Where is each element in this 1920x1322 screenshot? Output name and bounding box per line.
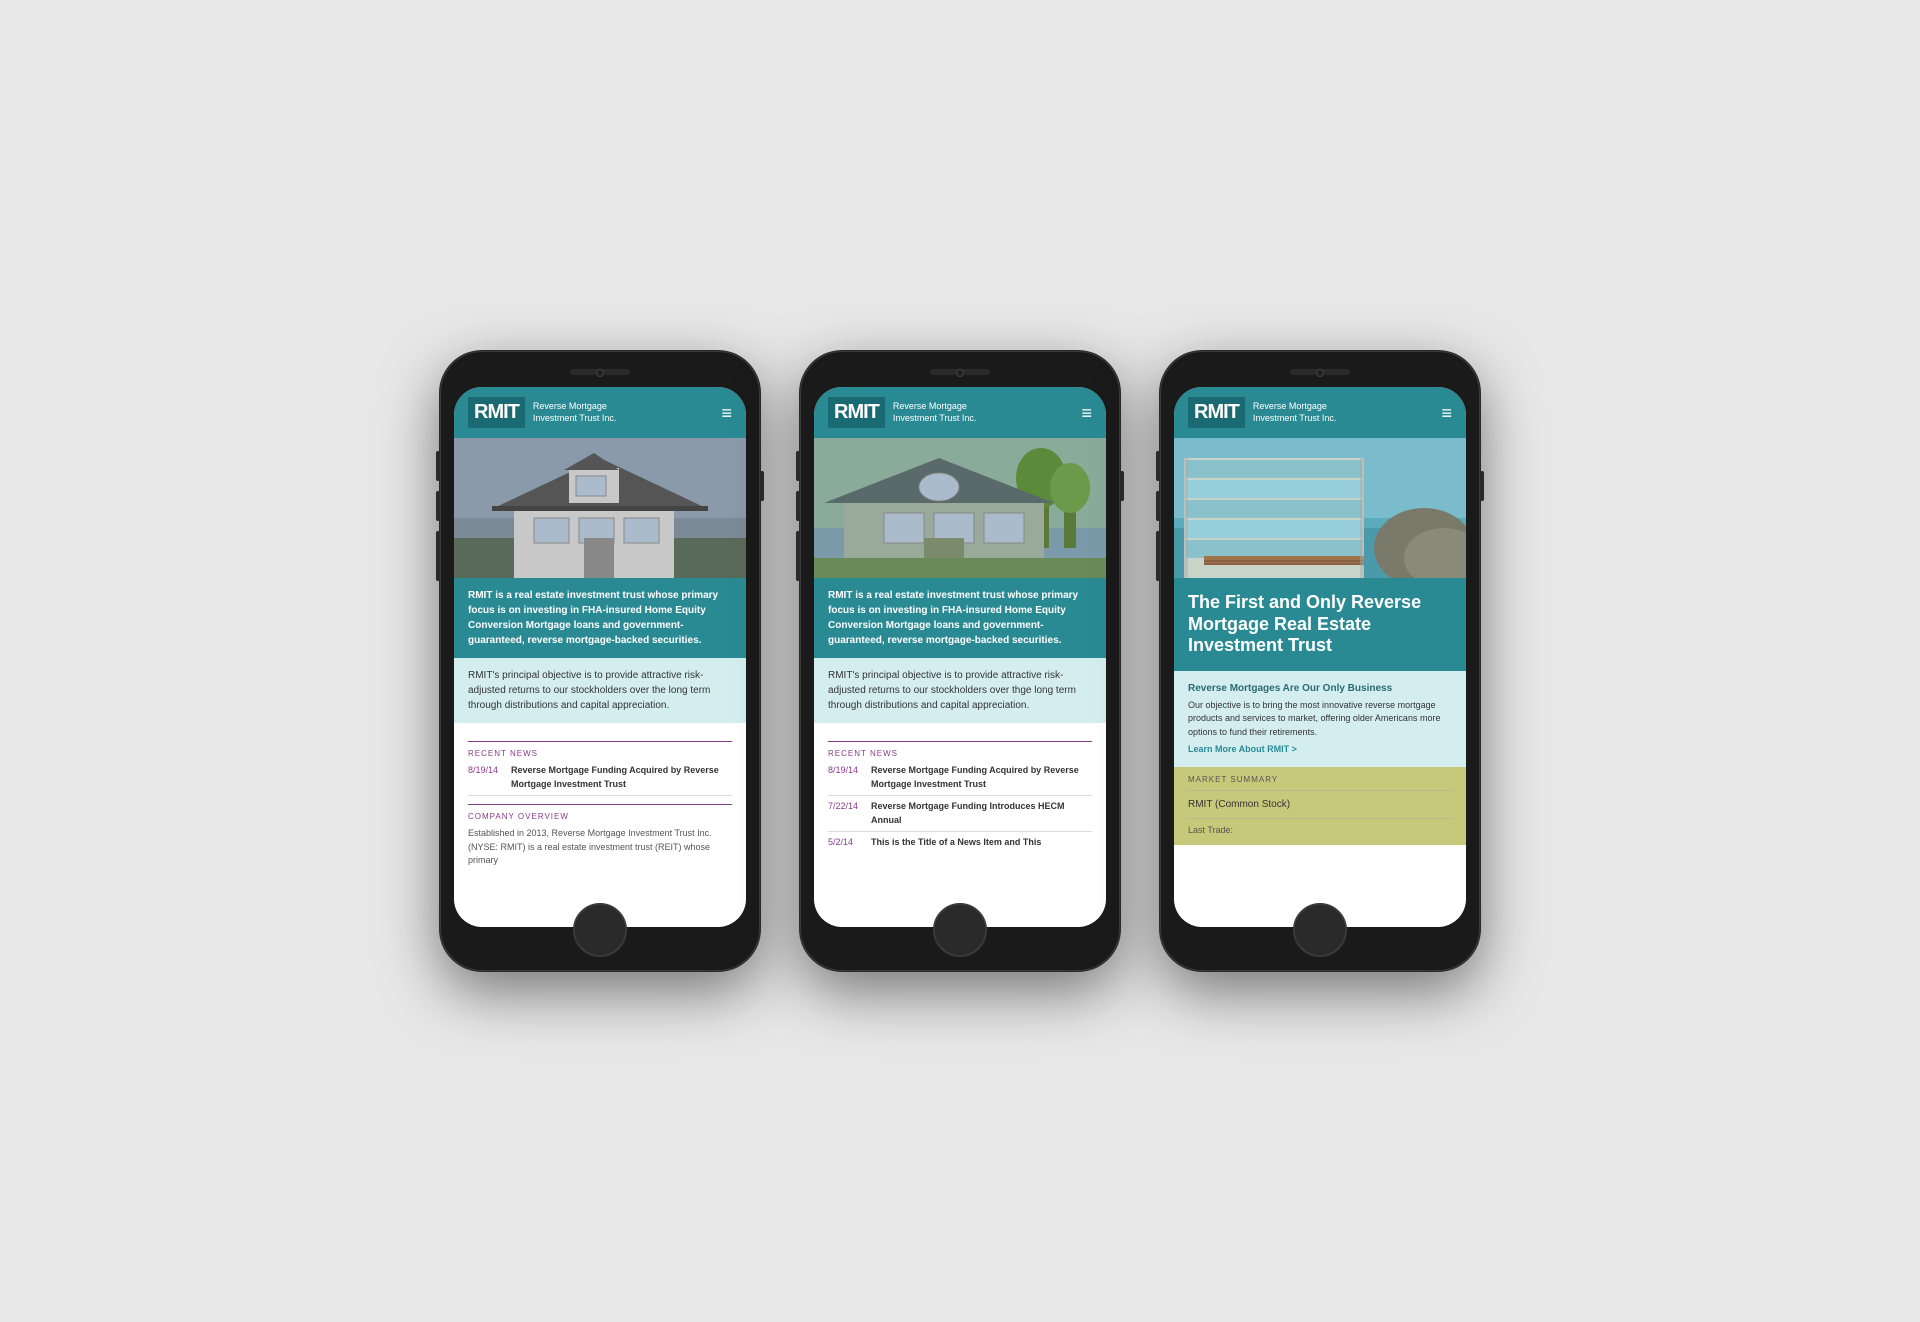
phone-screen-3: RMIT Reverse Mortgage Investment Trust I… bbox=[1174, 387, 1466, 927]
camera-2 bbox=[956, 369, 964, 377]
phone-1: RMIT Reverse Mortgage Investment Trust I… bbox=[440, 351, 760, 971]
content-block-2-phone1: RMIT's principal objective is to provide… bbox=[454, 658, 746, 723]
stock-name-3: RMIT (Common Stock) bbox=[1188, 795, 1452, 814]
phone-screen-1: RMIT Reverse Mortgage Investment Trust I… bbox=[454, 387, 746, 927]
rmit-logo-box-2: RMIT bbox=[828, 397, 885, 428]
info-title-3: Reverse Mortgages Are Our Only Business bbox=[1188, 681, 1452, 696]
volume-up-1 bbox=[436, 451, 440, 481]
recent-news-phone2: RECENT NEWS 8/19/14 Reverse Mortgage Fun… bbox=[814, 723, 1106, 864]
overview-divider-1 bbox=[468, 804, 732, 805]
market-divider-3b bbox=[1188, 818, 1452, 819]
volume-up-3 bbox=[1156, 451, 1160, 481]
rmit-logo-2: RMIT Reverse Mortgage Investment Trust I… bbox=[828, 397, 976, 428]
news-inner-divider-2b bbox=[828, 831, 1092, 832]
hamburger-icon-3[interactable]: ≡ bbox=[1441, 404, 1452, 422]
hero-image-1 bbox=[454, 438, 746, 578]
camera-1 bbox=[596, 369, 604, 377]
phone-content-2: RMIT Reverse Mortgage Investment Trust I… bbox=[814, 387, 1106, 927]
house-svg-1 bbox=[454, 438, 746, 578]
rmit-logo-subtitle-2: Reverse Mortgage Investment Trust Inc. bbox=[893, 401, 977, 424]
hero-text-section-3: The First and Only Reverse Mortgage Real… bbox=[1174, 578, 1466, 671]
news-item-2-phone2: 7/22/14 Reverse Mortgage Funding Introdu… bbox=[828, 800, 1092, 827]
news-item-3-phone2: 5/2/14 This is the Title of a News Item … bbox=[828, 836, 1092, 850]
rmit-header-3: RMIT Reverse Mortgage Investment Trust I… bbox=[1174, 387, 1466, 438]
left-buttons-1 bbox=[436, 451, 440, 581]
market-divider-3 bbox=[1188, 790, 1452, 791]
news-inner-divider-1 bbox=[468, 795, 732, 796]
power-btn-2 bbox=[1120, 471, 1124, 501]
rmit-logo-subtitle-3: Reverse Mortgage Investment Trust Inc. bbox=[1253, 401, 1337, 424]
news-title-1-p2: Reverse Mortgage Funding Acquired by Rev… bbox=[871, 764, 1092, 791]
silent-3 bbox=[1156, 531, 1160, 581]
news-item-1-phone1: 8/19/14 Reverse Mortgage Funding Acquire… bbox=[468, 764, 732, 791]
hero-image-3 bbox=[1174, 438, 1466, 578]
news-title-1: Reverse Mortgage Funding Acquired by Rev… bbox=[511, 764, 732, 791]
market-section-3: MARKET SUMMARY RMIT (Common Stock) Last … bbox=[1174, 767, 1466, 845]
rmit-header-1: RMIT Reverse Mortgage Investment Trust I… bbox=[454, 387, 746, 438]
content-block-2-phone2: RMIT's principal objective is to provide… bbox=[814, 658, 1106, 723]
volume-down-3 bbox=[1156, 491, 1160, 521]
house-svg-2 bbox=[814, 438, 1106, 578]
phones-container: RMIT Reverse Mortgage Investment Trust I… bbox=[440, 351, 1480, 971]
news-date-1: 8/19/14 bbox=[468, 764, 503, 791]
hamburger-icon-2[interactable]: ≡ bbox=[1081, 404, 1092, 422]
phone-3: RMIT Reverse Mortgage Investment Trust I… bbox=[1160, 351, 1480, 971]
company-overview-text-1: Established in 2013, Reverse Mortgage In… bbox=[468, 827, 732, 868]
news-item-1-phone2: 8/19/14 Reverse Mortgage Funding Acquire… bbox=[828, 764, 1092, 791]
info-section-3: Reverse Mortgages Are Our Only Business … bbox=[1174, 671, 1466, 767]
volume-down-1 bbox=[436, 491, 440, 521]
news-section-title-1: RECENT NEWS bbox=[468, 748, 732, 760]
side-buttons-2 bbox=[1120, 471, 1124, 501]
rmit-logo-box-3: RMIT bbox=[1188, 397, 1245, 428]
market-title-3: MARKET SUMMARY bbox=[1188, 775, 1452, 784]
phone-content-1: RMIT Reverse Mortgage Investment Trust I… bbox=[454, 387, 746, 927]
company-overview-title-1: COMPANY OVERVIEW bbox=[468, 811, 732, 823]
rmit-logo-3: RMIT Reverse Mortgage Investment Trust I… bbox=[1188, 397, 1336, 428]
phone-2: RMIT Reverse Mortgage Investment Trust I… bbox=[800, 351, 1120, 971]
power-btn-3 bbox=[1480, 471, 1484, 501]
content-text-1: RMIT is a real estate investment trust w… bbox=[468, 590, 718, 646]
content-block-1-phone1: RMIT is a real estate investment trust w… bbox=[454, 578, 746, 658]
hero-image-2 bbox=[814, 438, 1106, 578]
news-divider-top-1 bbox=[468, 741, 732, 742]
power-btn-1 bbox=[760, 471, 764, 501]
hamburger-icon-1[interactable]: ≡ bbox=[721, 404, 732, 422]
camera-3 bbox=[1316, 369, 1324, 377]
left-buttons-2 bbox=[796, 451, 800, 581]
house-svg-3 bbox=[1174, 438, 1466, 578]
news-title-3-p2: This is the Title of a News Item and Thi… bbox=[871, 836, 1041, 850]
left-buttons-3 bbox=[1156, 451, 1160, 581]
rmit-logo-box-1: RMIT bbox=[468, 397, 525, 428]
side-buttons-3 bbox=[1480, 471, 1484, 501]
side-buttons-1 bbox=[760, 471, 764, 501]
news-inner-divider-2 bbox=[828, 795, 1092, 796]
rmit-logo-subtitle-1: Reverse Mortgage Investment Trust Inc. bbox=[533, 401, 617, 424]
phone-content-3: RMIT Reverse Mortgage Investment Trust I… bbox=[1174, 387, 1466, 927]
rmit-logo-1: RMIT Reverse Mortgage Investment Trust I… bbox=[468, 397, 616, 428]
info-text-3: Our objective is to bring the most innov… bbox=[1188, 699, 1452, 740]
volume-up-2 bbox=[796, 451, 800, 481]
content-block-1-phone2: RMIT is a real estate investment trust w… bbox=[814, 578, 1106, 658]
content-text-2-p2: RMIT's principal objective is to provide… bbox=[828, 670, 1076, 711]
news-date-2-p2: 7/22/14 bbox=[828, 800, 863, 827]
silent-1 bbox=[436, 531, 440, 581]
recent-news-phone1: RECENT NEWS 8/19/14 Reverse Mortgage Fun… bbox=[454, 723, 746, 878]
news-divider-top-2 bbox=[828, 741, 1092, 742]
news-date-3-p2: 5/2/14 bbox=[828, 836, 863, 850]
content-text-2: RMIT's principal objective is to provide… bbox=[468, 670, 710, 711]
last-trade-label-3: Last Trade: bbox=[1188, 823, 1452, 837]
content-text-1-p2: RMIT is a real estate investment trust w… bbox=[828, 590, 1078, 646]
learn-more-link-3[interactable]: Learn More About RMIT > bbox=[1188, 743, 1452, 757]
silent-2 bbox=[796, 531, 800, 581]
phone-screen-2: RMIT Reverse Mortgage Investment Trust I… bbox=[814, 387, 1106, 927]
volume-down-2 bbox=[796, 491, 800, 521]
rmit-header-2: RMIT Reverse Mortgage Investment Trust I… bbox=[814, 387, 1106, 438]
news-date-1-p2: 8/19/14 bbox=[828, 764, 863, 791]
hero-main-title-3: The First and Only Reverse Mortgage Real… bbox=[1188, 592, 1452, 657]
news-title-2-p2: Reverse Mortgage Funding Introduces HECM… bbox=[871, 800, 1092, 827]
news-section-title-2: RECENT NEWS bbox=[828, 748, 1092, 760]
